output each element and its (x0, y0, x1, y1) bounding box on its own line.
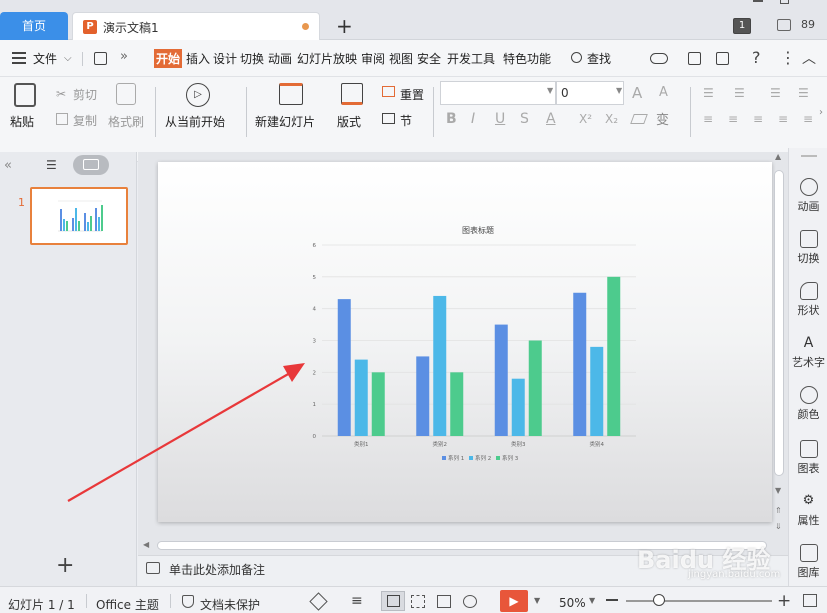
gallery-icon (799, 544, 818, 562)
panel-chart[interactable]: 图表 (789, 440, 827, 476)
zoom-slider-track[interactable] (626, 600, 772, 602)
transition-icon (799, 230, 818, 248)
zoom-out-icon[interactable] (606, 599, 618, 601)
panel-label: 颜色 (797, 408, 820, 421)
status-bar: 幻灯片 1 / 1 Office 主题 文档未保护 ≡ ▶ ▼ 50% ▼ + (0, 586, 827, 613)
chart-icon (799, 440, 818, 458)
panel-handle (801, 155, 817, 157)
notes-toggle-icon[interactable]: ≡ (351, 593, 363, 609)
beautify-icon[interactable] (309, 592, 328, 611)
zoom-in-icon[interactable]: + (777, 591, 791, 611)
right-task-panel: 动画 切换 形状 A 艺术字 颜色 图表 ⚙ 属性 图库 (788, 148, 827, 586)
play-slideshow-button[interactable]: ▶ (500, 590, 528, 612)
properties-icon: ⚙ (802, 493, 815, 508)
panel-animation[interactable]: 动画 (789, 178, 827, 214)
panel-label: 属性 (797, 514, 820, 527)
document-protection-status[interactable]: 文档未保护 (200, 596, 260, 613)
theme-name[interactable]: Office 主题 (96, 596, 159, 613)
presenter-view-icon[interactable] (463, 595, 477, 608)
wordart-icon: A (803, 335, 814, 351)
watermark-url: jingyan.baidu.com (688, 569, 781, 580)
panel-properties[interactable]: ⚙ 属性 (789, 492, 827, 528)
panel-gallery[interactable]: 图库 (789, 544, 827, 580)
fit-window-icon[interactable] (803, 594, 817, 607)
colors-icon (799, 386, 818, 404)
slide-info: 幻灯片 1 / 1 (8, 598, 75, 612)
shapes-icon (799, 282, 818, 300)
chevron-down-icon[interactable]: ▼ (589, 596, 595, 605)
panel-wordart[interactable]: A 艺术字 (789, 334, 827, 370)
panel-label: 动画 (797, 200, 820, 213)
panel-label: 切换 (797, 252, 820, 265)
zoom-slider-thumb[interactable] (653, 594, 665, 606)
shield-icon (182, 595, 194, 608)
panel-label: 艺术字 (792, 356, 825, 369)
panel-transition[interactable]: 切换 (789, 230, 827, 266)
divider (86, 594, 87, 608)
animation-icon (799, 178, 818, 196)
normal-view-button[interactable] (381, 591, 405, 611)
panel-label: 图表 (797, 462, 820, 475)
annotation-arrow (67, 363, 305, 502)
reading-view-icon[interactable] (437, 595, 451, 608)
zoom-level[interactable]: 50% (559, 596, 586, 610)
divider (170, 594, 171, 608)
panel-colors[interactable]: 颜色 (789, 386, 827, 422)
panel-label: 形状 (797, 304, 820, 317)
slide-sorter-icon[interactable] (411, 595, 425, 608)
panel-label: 图库 (797, 566, 820, 579)
panel-shapes[interactable]: 形状 (789, 282, 827, 318)
chevron-down-icon[interactable]: ▼ (534, 596, 540, 605)
